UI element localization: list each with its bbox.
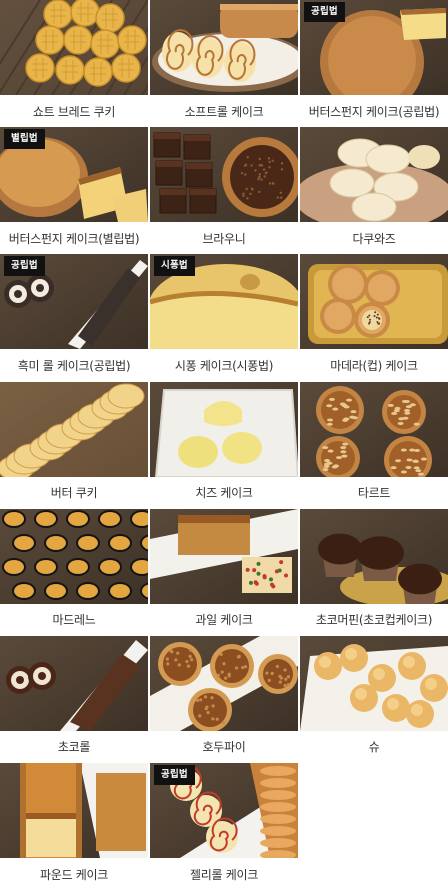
product-card-butter-cookie[interactable]: 버터 쿠키 (0, 381, 148, 509)
product-photo[interactable]: 공립법 (0, 254, 148, 350)
product-grid: 쇼트 브레드 쿠키 소프트롤 케이크 공립법 버터스펀지 케이크(공립법) 별립… (0, 0, 448, 889)
product-photo[interactable] (300, 127, 448, 223)
product-photo[interactable]: 시퐁법 (150, 254, 298, 350)
product-card-sponge-slice[interactable]: 별립법 버터스펀지 케이크(별립법) (0, 127, 148, 254)
product-label[interactable]: 치즈 케이크 (150, 477, 298, 509)
product-photo[interactable] (0, 763, 148, 859)
product-label[interactable]: 쇼트 브레드 쿠키 (0, 95, 148, 127)
product-label[interactable]: 젤리롤 케이크 (150, 858, 298, 889)
product-photo-image (0, 0, 148, 95)
product-photo[interactable] (300, 254, 448, 350)
product-photo[interactable] (300, 635, 448, 731)
method-badge: 시퐁법 (154, 256, 195, 276)
product-label[interactable]: 마드레느 (0, 604, 148, 636)
product-card-walnut-pie[interactable]: 호두파이 (150, 635, 298, 763)
product-photo[interactable] (150, 381, 298, 477)
product-card-madeleine[interactable]: 마드레느 (0, 508, 148, 636)
product-photo[interactable] (150, 508, 298, 604)
product-photo[interactable] (300, 508, 448, 604)
product-card-madeira[interactable]: 마데라(컵) 케이크 (300, 254, 448, 381)
product-photo[interactable] (0, 381, 148, 477)
product-photo-image (0, 763, 148, 859)
product-card-chiffon[interactable]: 시퐁법 시퐁 케이크(시퐁법) (150, 254, 298, 381)
product-label[interactable]: 마데라(컵) 케이크 (300, 349, 448, 381)
product-card-choco-roll[interactable]: 초코롤 (0, 635, 148, 763)
product-photo-image (150, 0, 298, 95)
product-card-tart[interactable]: 타르트 (300, 381, 448, 509)
product-photo[interactable] (150, 635, 298, 731)
product-label[interactable]: 슈 (300, 731, 448, 763)
product-photo-image (300, 254, 448, 350)
product-label[interactable]: 타르트 (300, 477, 448, 509)
product-label[interactable]: 버터스펀지 케이크(별립법) (0, 222, 148, 254)
product-card-dacquoise[interactable]: 다쿠와즈 (300, 127, 448, 254)
method-badge: 공립법 (4, 256, 45, 276)
product-label[interactable]: 브라우니 (150, 222, 298, 254)
product-label[interactable]: 소프트롤 케이크 (150, 95, 298, 127)
product-photo[interactable] (150, 0, 298, 95)
product-label[interactable]: 파운드 케이크 (0, 858, 148, 889)
product-label[interactable]: 다쿠와즈 (300, 222, 448, 254)
product-photo-image (300, 508, 448, 604)
product-photo-image (0, 635, 148, 731)
product-label[interactable]: 흑미 롤 케이크(공립법) (0, 349, 148, 381)
product-photo-image (150, 127, 298, 223)
product-photo[interactable] (300, 381, 448, 477)
method-badge: 공립법 (304, 2, 345, 22)
method-badge: 공립법 (154, 765, 195, 785)
product-label[interactable]: 과일 케이크 (150, 604, 298, 636)
method-badge: 별립법 (4, 129, 45, 149)
product-card-cheesecake[interactable]: 치즈 케이크 (150, 381, 298, 509)
product-photo-image (0, 381, 148, 477)
product-photo[interactable] (0, 508, 148, 604)
product-photo[interactable] (0, 0, 148, 95)
product-photo[interactable]: 공립법 (300, 0, 448, 95)
product-photo-image (300, 127, 448, 223)
product-card-choco-muffin[interactable]: 초코머핀(초코컵케이크) (300, 508, 448, 636)
product-card-sponge-whole[interactable]: 공립법 버터스펀지 케이크(공립법) (300, 0, 448, 127)
product-photo-image (0, 508, 148, 604)
product-card-jelly-roll[interactable]: 공립법 젤리롤 케이크 (150, 763, 298, 889)
product-photo[interactable] (150, 127, 298, 223)
product-photo-image (150, 508, 298, 604)
product-card-shortbread[interactable]: 쇼트 브레드 쿠키 (0, 0, 148, 127)
product-photo[interactable]: 공립법 (150, 763, 298, 859)
product-photo-image (300, 635, 448, 731)
product-card-blackrice-roll[interactable]: 공립법 흑미 롤 케이크(공립법) (0, 254, 148, 381)
product-card-fruitcake[interactable]: 과일 케이크 (150, 508, 298, 636)
product-label[interactable]: 버터 쿠키 (0, 477, 148, 509)
product-photo[interactable] (0, 635, 148, 731)
product-card-brownie[interactable]: 브라우니 (150, 127, 298, 254)
product-label[interactable]: 초코머핀(초코컵케이크) (300, 604, 448, 636)
product-card-choux[interactable]: 슈 (300, 635, 448, 763)
product-label[interactable]: 시퐁 케이크(시퐁법) (150, 349, 298, 381)
product-card-softroll[interactable]: 소프트롤 케이크 (150, 0, 298, 127)
product-label[interactable]: 버터스펀지 케이크(공립법) (300, 95, 448, 127)
product-photo-image (300, 381, 448, 477)
product-photo[interactable]: 별립법 (0, 127, 148, 223)
product-card-pound-cake[interactable]: 파운드 케이크 (0, 763, 148, 889)
product-photo-image (150, 635, 298, 731)
product-label[interactable]: 호두파이 (150, 731, 298, 763)
product-label[interactable]: 초코롤 (0, 731, 148, 763)
product-photo-image (150, 381, 298, 477)
